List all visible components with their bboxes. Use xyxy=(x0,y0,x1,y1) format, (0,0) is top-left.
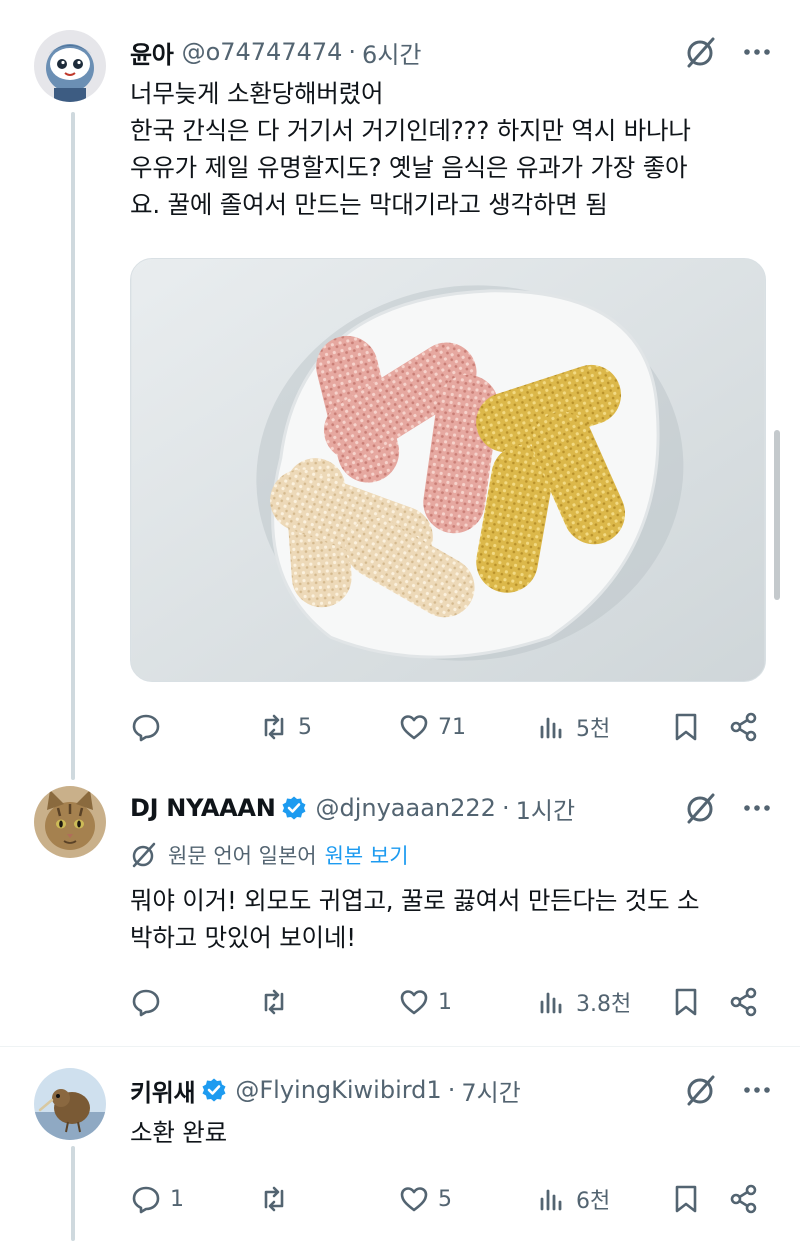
views-count: 3.8천 xyxy=(576,992,632,1017)
action-bar: 5 71 5천 xyxy=(130,707,770,747)
bookmark-button[interactable] xyxy=(670,982,702,1022)
share-button[interactable] xyxy=(728,1179,760,1219)
avatar[interactable] xyxy=(34,1068,106,1140)
repost-button[interactable] xyxy=(258,1179,298,1219)
repost-icon xyxy=(264,714,284,740)
reply-icon xyxy=(132,989,160,1017)
tweet-2[interactable]: DJ NYAAAN @djnyaaan222 · 1시간 원문 언어 일본어 원… xyxy=(0,786,800,1036)
divider xyxy=(0,1046,800,1047)
tweet-media-photo[interactable] xyxy=(130,258,766,682)
reply-icon xyxy=(132,1186,160,1214)
like-count: 5 xyxy=(438,1186,452,1212)
user-handle[interactable]: @FlyingKiwibird1 xyxy=(235,1076,441,1104)
translate-icon xyxy=(132,842,156,868)
bookmark-icon xyxy=(675,1185,697,1213)
like-button[interactable]: 5 xyxy=(398,1179,452,1219)
display-name[interactable]: 윤아 xyxy=(130,35,174,70)
reply-button[interactable] xyxy=(130,707,170,747)
user-handle[interactable]: @djnyaaan222 xyxy=(315,794,495,822)
grok-icon[interactable] xyxy=(684,35,718,69)
tweet-top-icons xyxy=(684,32,772,72)
like-button[interactable]: 71 xyxy=(398,707,466,747)
timestamp[interactable]: 7시간 xyxy=(461,1073,520,1108)
repost-count: 5 xyxy=(298,714,312,740)
separator: · xyxy=(348,38,357,66)
grok-icon[interactable] xyxy=(684,1073,718,1107)
bookmark-button[interactable] xyxy=(670,1179,702,1219)
avatar[interactable] xyxy=(34,30,106,102)
timestamp[interactable]: 6시간 xyxy=(362,35,421,70)
show-original-link[interactable]: 원본 보기 xyxy=(325,840,409,870)
action-bar: 1 3.8천 xyxy=(130,982,770,1022)
views-count: 6천 xyxy=(576,1189,611,1214)
like-button[interactable]: 1 xyxy=(398,982,452,1022)
grok-icon[interactable] xyxy=(684,791,718,825)
like-icon xyxy=(400,715,428,740)
tweet-1[interactable]: 윤아 @o74747474 · 6시간 너무늦게 소환당해버렸어 한국 간식은 … xyxy=(0,30,800,770)
more-icon[interactable] xyxy=(742,37,772,67)
tweet-header: DJ NYAAAN @djnyaaan222 · 1시간 xyxy=(130,788,575,828)
text-line: 박하고 맛있어 보이네! xyxy=(130,923,356,952)
like-count: 1 xyxy=(438,989,452,1015)
share-icon xyxy=(730,712,757,742)
more-icon[interactable] xyxy=(742,1075,772,1105)
separator: · xyxy=(501,794,510,822)
verified-badge-icon xyxy=(282,796,306,820)
reply-button[interactable] xyxy=(130,982,170,1022)
tweet-top-icons xyxy=(684,1070,772,1110)
views-count: 5천 xyxy=(576,717,611,742)
bookmark-icon xyxy=(675,713,697,741)
scrollbar[interactable] xyxy=(774,430,780,600)
text-line: 소환 완료 xyxy=(130,1118,227,1147)
views-button[interactable]: 3.8천 xyxy=(536,982,631,1022)
translation-notice: 원문 언어 일본어 원본 보기 xyxy=(130,840,409,870)
timestamp[interactable]: 1시간 xyxy=(516,791,575,826)
yugwa-photo xyxy=(131,259,765,681)
repost-icon xyxy=(264,1186,284,1212)
action-bar: 1 5 6천 xyxy=(130,1179,770,1219)
translation-label: 원문 언어 일본어 xyxy=(168,844,317,868)
reply-button[interactable]: 1 xyxy=(130,1179,184,1219)
tweet-top-icons xyxy=(684,788,772,828)
verified-badge-icon xyxy=(202,1078,226,1102)
views-button[interactable]: 6천 xyxy=(536,1179,610,1219)
tweet-text: 소환 완료 xyxy=(130,1114,770,1151)
text-line: 우유가 제일 유명할지도? 옛날 음식은 유과가 가장 좋아 xyxy=(130,153,688,182)
repost-icon xyxy=(264,989,284,1015)
tweet-text: 뭐야 이거! 외모도 귀엽고, 꿀로 끓여서 만든다는 것도 소 박하고 맛있어… xyxy=(130,882,770,956)
text-line: 한국 간식은 다 거기서 거기인데??? 하지만 역시 바나나 xyxy=(130,116,691,145)
share-button[interactable] xyxy=(728,707,760,747)
tweet-3[interactable]: 키위새 @FlyingKiwibird1 · 7시간 소환 완료 1 5 6천 xyxy=(0,1068,800,1241)
tweet-header: 윤아 @o74747474 · 6시간 xyxy=(130,32,421,72)
views-icon xyxy=(540,992,562,1014)
views-icon xyxy=(540,1189,562,1211)
display-name[interactable]: DJ NYAAAN xyxy=(130,794,276,822)
user-handle[interactable]: @o74747474 xyxy=(182,38,343,66)
tweet-header: 키위새 @FlyingKiwibird1 · 7시간 xyxy=(130,1070,521,1110)
tweet-text: 너무늦게 소환당해버렸어 한국 간식은 다 거기서 거기인데??? 하지만 역시… xyxy=(130,75,770,223)
separator: · xyxy=(447,1076,456,1104)
views-button[interactable]: 5천 xyxy=(536,707,610,747)
share-button[interactable] xyxy=(728,982,760,1022)
share-icon xyxy=(730,1184,757,1214)
display-name[interactable]: 키위새 xyxy=(130,1073,196,1108)
like-icon xyxy=(400,1187,428,1212)
more-icon[interactable] xyxy=(742,793,772,823)
text-line: 요. 꿀에 졸여서 만드는 막대기라고 생각하면 됨 xyxy=(130,190,608,219)
share-icon xyxy=(730,987,757,1017)
reply-count: 1 xyxy=(170,1186,184,1212)
avatar[interactable] xyxy=(34,786,106,858)
text-line: 너무늦게 소환당해버렸어 xyxy=(130,79,384,108)
bookmark-icon xyxy=(675,988,697,1016)
like-icon xyxy=(400,990,428,1015)
like-count: 71 xyxy=(438,714,466,740)
repost-button[interactable]: 5 xyxy=(258,707,312,747)
views-icon xyxy=(540,717,562,739)
reply-icon xyxy=(132,714,160,742)
text-line: 뭐야 이거! 외모도 귀엽고, 꿀로 끓여서 만든다는 것도 소 xyxy=(130,886,700,915)
bookmark-button[interactable] xyxy=(670,707,702,747)
repost-button[interactable] xyxy=(258,982,298,1022)
